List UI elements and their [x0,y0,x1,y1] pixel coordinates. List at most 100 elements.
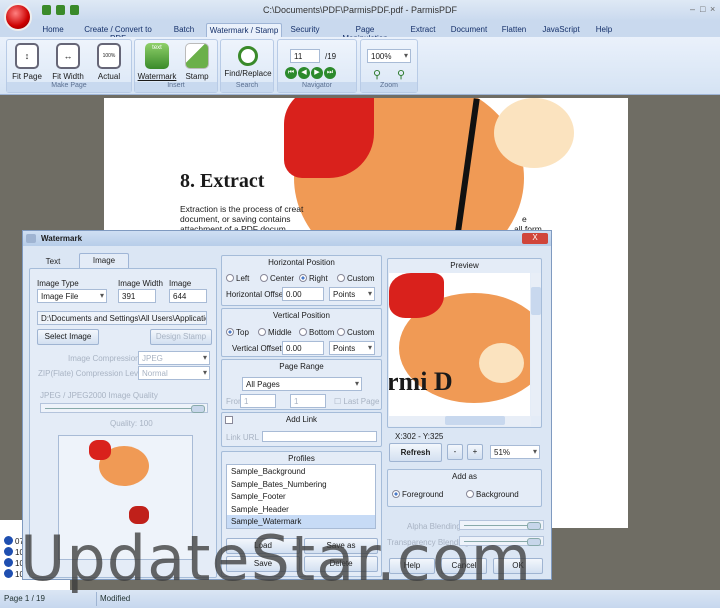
dialog-tab-image[interactable]: Image [79,253,129,268]
watermark-button[interactable]: text Watermark [137,43,177,81]
group-insert: text Watermark Stamp Insert [134,39,218,93]
radio-foreground[interactable]: Foreground [392,490,443,499]
radio-right[interactable]: Right [299,274,328,283]
radio-custom-vertical[interactable]: Custom [337,328,375,337]
radio-top[interactable]: Top [226,328,249,337]
stamp-icon [185,43,209,69]
app-logo[interactable] [4,3,32,31]
tab-extract[interactable]: Extract [406,23,440,38]
last-page-icon[interactable]: ⏭ [324,67,336,79]
radio-center[interactable]: Center [260,274,294,283]
vertical-offset-input[interactable]: 0.00 [282,341,324,355]
tab-document[interactable]: Document [450,23,488,38]
minimize-button[interactable]: – [690,4,695,14]
page-range-select[interactable]: All Pages [242,377,362,391]
quality-slider[interactable] [40,403,208,413]
tab-watermark-stamp[interactable]: Watermark / Stamp [206,23,282,38]
window-title: C:\Documents\PDF\ParmisPDF.pdf - ParmisP… [262,5,458,15]
tab-security[interactable]: Security [288,23,322,38]
tab-help[interactable]: Help [592,23,616,38]
group-navigator: 11 /19 ⏮ ◀ ▶ ⏭ Navigator [277,39,357,93]
status-page: Page 1 / 19 [4,594,45,603]
profile-item[interactable]: Sample_Footer [227,490,375,503]
tab-page-manipulation[interactable]: Page Manipulation [332,23,398,43]
close-button[interactable]: × [710,4,715,14]
stamp-button[interactable]: Stamp [179,43,215,81]
radio-bottom[interactable]: Bottom [299,328,334,337]
dialog-close-button[interactable]: X [522,233,548,244]
profiles-list[interactable]: Sample_Background Sample_Bates_Numbering… [226,464,376,529]
horizontal-offset-label: Horizontal Offset: [226,290,288,299]
tab-batch[interactable]: Batch [168,23,200,38]
group-make-page: ↕Fit Page ↔Fit Width 100%Actual Size Mak… [6,39,132,93]
radio-custom[interactable]: Custom [337,274,375,283]
add-as-title: Add as [452,472,477,481]
fit-page-icon: ↕ [15,43,39,69]
profile-item[interactable]: Sample_Bates_Numbering [227,478,375,491]
maximize-button[interactable]: □ [700,4,705,14]
vertical-unit-select[interactable]: Points [329,341,375,355]
horizontal-offset-input[interactable]: 0.00 [282,287,324,301]
compression-label: Image Compression [68,354,140,363]
find-replace-button[interactable]: Find/Replace [223,43,273,78]
select-image-button[interactable]: Select Image [37,329,99,345]
preview-title: Preview [450,261,479,270]
link-url-label: Link URL [226,433,259,442]
refresh-button[interactable]: Refresh [389,443,442,462]
dialog-title-bar[interactable]: Watermark [23,231,551,246]
tab-create-convert[interactable]: Create / Convert to PDF [76,23,160,43]
fit-page-button[interactable]: ↕ Fit Page [11,43,43,81]
preview-vertical-scrollbar[interactable] [531,273,541,416]
dialog-menu-icon[interactable] [26,234,36,243]
image-path-input[interactable]: D:\Documents and Settings\All Users\Appl… [37,311,207,325]
radio-middle[interactable]: Middle [258,328,292,337]
quality-value: Quality: 100 [110,419,153,428]
zip-level-select[interactable]: Normal [138,366,210,380]
scroll-thumb[interactable] [445,416,505,425]
image-height-input[interactable]: 644 [169,289,207,303]
scroll-thumb[interactable] [531,287,541,315]
radio-left[interactable]: Left [226,274,249,283]
preview-red-flower [389,273,444,318]
zoom-in-button[interactable]: + [467,444,483,460]
last-page-checkbox[interactable]: ☐ Last Page [334,397,379,406]
zoom-select[interactable]: 100% [367,49,411,63]
page-range-group: Page Range All Pages From 1 1 ☐ Last Pag… [221,359,382,410]
preview-canvas[interactable]: rmi D [389,273,530,416]
radio-background[interactable]: Background [466,490,519,499]
compression-select[interactable]: JPEG [138,351,210,365]
to-page-input[interactable]: 1 [290,394,326,408]
magnifier-icon [238,46,258,66]
zoom-in-icon[interactable]: ⚲ [397,68,405,81]
prev-page-icon[interactable]: ◀ [298,67,310,79]
horizontal-unit-select[interactable]: Points [329,287,375,301]
page-text-fragment: e [522,214,527,224]
watermark-overlay: UpdateStar.com [20,522,533,595]
profiles-title: Profiles [288,454,315,463]
link-url-input[interactable] [262,431,377,442]
tab-javascript[interactable]: JavaScript [540,23,582,38]
page-range-title: Page Range [279,362,324,371]
next-page-icon[interactable]: ▶ [311,67,323,79]
fit-width-button[interactable]: ↔ Fit Width [51,43,85,81]
info-icon [4,558,13,567]
tab-home[interactable]: Home [38,23,68,38]
image-width-input[interactable]: 391 [118,289,156,303]
profile-item[interactable]: Sample_Header [227,503,375,516]
profile-item[interactable]: Sample_Background [227,465,375,478]
preview-zoom-select[interactable]: 51% [490,445,540,459]
actual-size-icon: 100% [97,43,121,69]
design-stamp-button[interactable]: Design Stamp [150,329,212,345]
save-as-icon[interactable] [70,5,79,15]
tab-flatten[interactable]: Flatten [498,23,530,38]
first-page-icon[interactable]: ⏮ [285,67,297,79]
save-icon[interactable] [56,5,65,15]
preview-horizontal-scrollbar[interactable] [389,416,531,426]
zoom-out-icon[interactable]: ⚲ [373,68,381,81]
group-search: Find/Replace Search [220,39,274,93]
zoom-out-button[interactable]: - [447,444,463,460]
from-page-input[interactable]: 1 [240,394,276,408]
image-type-select[interactable]: Image File [37,289,107,303]
quick-access-icon[interactable] [42,5,51,15]
page-number-input[interactable]: 11 [290,49,320,63]
